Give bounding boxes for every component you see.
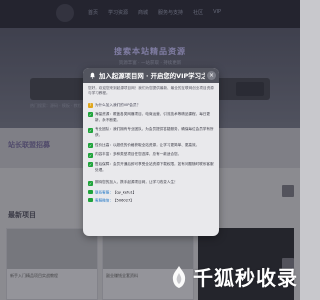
benefit-item: ✓ 专业团队：我们拥有专业团队，为会员提供答疑服务，确保每位会员学有所获。 — [88, 127, 214, 138]
dialog-body: 您好，欢迎您来到起源项目网！我们为您提供最新、最全的互联网创业项目资源与学习教程… — [88, 86, 214, 206]
dialog-intro: 您好，欢迎您来到起源项目网！我们为您提供最新、最全的互联网创业项目资源与学习教程… — [88, 86, 214, 96]
benefit-item: ✓ 售后保障：会员开通后即可享受全站资源下载权限，如有问题随时联系客服处理。 — [88, 162, 214, 173]
question-icon: ? — [88, 103, 93, 109]
check-icon: ✓ — [88, 180, 93, 186]
check-icon: ✓ — [88, 127, 93, 133]
contact-line: 联系客服：【qy_kefu1】 — [88, 190, 214, 196]
site-watermark: 千狐秒收录 — [170, 262, 298, 291]
benefit-text: 专业团队：我们拥有专业团队，为会员提供答疑服务，确保每位会员学有所获。 — [95, 127, 214, 137]
closing-line: ✓ 期待您的加入，携手起源项目网，让学习改变人生！ — [88, 180, 214, 186]
benefit-text: 性价比高：以超低的价格获取全站资源，让学习更简单、更高效。 — [95, 142, 200, 147]
contact-label: 客服微信： — [95, 198, 113, 203]
check-icon: ✓ — [88, 152, 93, 158]
check-icon: ✓ — [88, 162, 93, 168]
closing-text: 期待您的加入，携手起源项目网，让学习改变人生！ — [95, 180, 178, 185]
benefit-text: 售后保障：会员开通后即可享受全站资源下载权限，如有问题随时联系客服处理。 — [95, 162, 214, 172]
check-icon: ✓ — [88, 142, 93, 148]
contact-value[interactable]: 【qy_kefu1】 — [113, 191, 136, 195]
fox-logo-icon — [172, 265, 186, 288]
benefit-text: 内容丰富：多种类型项目任您选择，总有一款适合您。 — [95, 152, 182, 157]
watermark-text: 千狐秒收录 — [193, 266, 298, 290]
contact-marker-icon — [88, 190, 93, 195]
dialog-question: ? 为什么加入我们的VIP会员？ — [88, 102, 214, 109]
close-icon[interactable]: × — [207, 71, 216, 80]
dialog-title: 加入起源项目网 · 开启您的VIP学习之旅 — [99, 72, 205, 80]
question-text: 为什么加入我们的VIP会员？ — [95, 102, 141, 107]
contact-label: 联系客服： — [95, 190, 113, 195]
bell-icon — [90, 72, 95, 79]
dialog-header: 加入起源项目网 · 开启您的VIP学习之旅 — [83, 68, 219, 83]
contact-marker-icon — [88, 198, 93, 203]
benefit-item: ✓ 海量资源：覆盖各类网赚项目、电商运营、引流技术等精品课程，每日更新，永不断更… — [88, 112, 214, 123]
benefit-item: ✓ 内容丰富：多种类型项目任您选择，总有一款适合您。 — [88, 152, 214, 158]
vip-popup-dialog: 加入起源项目网 · 开启您的VIP学习之旅 × 您好，欢迎您来到起源项目网！我们… — [83, 68, 219, 236]
check-icon: ✓ — [88, 112, 93, 118]
contact-line: 客服微信：【506027】 — [88, 198, 214, 204]
contact-value[interactable]: 【506027】 — [113, 199, 134, 203]
benefit-text: 海量资源：覆盖各类网赚项目、电商运营、引流技术等精品课程，每日更新，永不断更。 — [95, 112, 210, 122]
benefit-item: ✓ 性价比高：以超低的价格获取全站资源，让学习更简单、更高效。 — [88, 143, 214, 148]
